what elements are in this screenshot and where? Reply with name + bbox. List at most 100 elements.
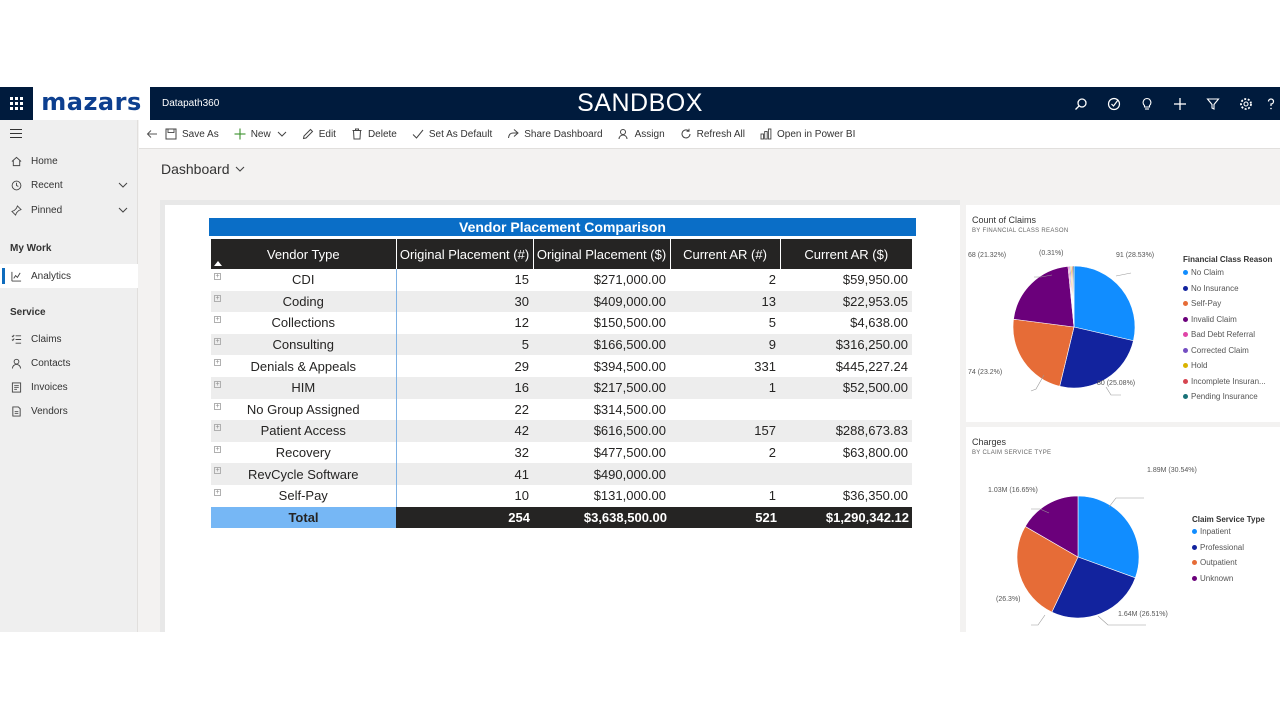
- legend-item[interactable]: Hold: [1183, 361, 1207, 370]
- sidebar-item-analytics[interactable]: Analytics: [0, 264, 138, 288]
- table-cell: 5: [396, 333, 533, 356]
- waffle-icon: [10, 97, 23, 110]
- legend-item[interactable]: Self-Pay: [1183, 299, 1221, 308]
- new-button[interactable]: [1163, 87, 1196, 120]
- table-row[interactable]: + Recovery 32 $477,500.00 2 $63,800.00: [211, 441, 912, 464]
- chevron-down-icon[interactable]: [277, 129, 287, 139]
- checkmark-icon: [412, 129, 424, 139]
- table-cell: 2: [768, 272, 776, 288]
- expand-row-icon[interactable]: +: [214, 380, 221, 388]
- table-cell: $288,673.83: [780, 420, 912, 442]
- legend-item[interactable]: Corrected Claim: [1183, 346, 1249, 355]
- open-in-powerbi-button[interactable]: Open in Power BI: [760, 128, 855, 140]
- expand-row-icon[interactable]: +: [214, 488, 221, 496]
- sidebar-item-label: Contacts: [31, 357, 71, 369]
- table-row[interactable]: + Consulting 5 $166,500.00 9 $316,250.00: [211, 333, 912, 356]
- table-cell: 521: [670, 506, 780, 528]
- expand-row-icon[interactable]: +: [214, 424, 221, 432]
- table-row[interactable]: + Collections 12 $150,500.00 5 $4,638.00: [211, 312, 912, 334]
- mazars-logo[interactable]: mazars: [33, 87, 150, 120]
- table-cell: $409,000.00: [533, 290, 670, 313]
- vendor-type-cell: + Coding: [211, 290, 397, 313]
- edit-button[interactable]: Edit: [302, 128, 336, 140]
- expand-row-icon[interactable]: +: [214, 294, 221, 302]
- sidebar-item-home[interactable]: Home: [0, 149, 138, 173]
- table-cell: $394,500.00: [593, 358, 666, 374]
- chevron-down-icon[interactable]: [118, 205, 128, 215]
- expand-row-icon[interactable]: +: [214, 337, 221, 345]
- table-row[interactable]: + Patient Access 42 $616,500.00 157 $288,673.…: [211, 420, 912, 442]
- plus-icon: [1173, 97, 1186, 110]
- legend-item[interactable]: Unknown: [1192, 574, 1233, 583]
- sidebar-item-pinned[interactable]: Pinned: [0, 198, 138, 222]
- expand-row-icon[interactable]: +: [214, 467, 221, 475]
- table-row[interactable]: + Self-Pay 10 $131,000.00 1 $36,350.00: [211, 484, 912, 507]
- expand-row-icon[interactable]: +: [214, 316, 221, 324]
- app-window: mazars Datapath360 SANDBOX Home Recent P…: [0, 87, 1280, 632]
- vendor-type-cell: + Collections: [211, 312, 397, 334]
- delete-button[interactable]: Delete: [351, 128, 397, 140]
- sort-ascending-icon[interactable]: [214, 261, 222, 266]
- app-launcher-button[interactable]: [0, 87, 33, 120]
- share-dashboard-button[interactable]: Share Dashboard: [507, 128, 603, 140]
- table-cell: 331: [754, 358, 776, 374]
- table-row[interactable]: + Denials & Appeals 29 $394,500.00 331 $445,2…: [211, 355, 912, 377]
- filter-button[interactable]: [1196, 87, 1229, 120]
- sidebar-item-claims[interactable]: Claims: [0, 327, 138, 351]
- plus-icon: [234, 128, 246, 140]
- delete-label: Delete: [367, 128, 397, 140]
- expand-row-icon[interactable]: +: [214, 359, 221, 367]
- column-header[interactable]: Current AR (#): [670, 239, 781, 269]
- back-button[interactable]: [139, 128, 165, 140]
- dashboard-selector[interactable]: Dashboard: [161, 161, 245, 177]
- save-as-button[interactable]: Save As: [165, 128, 219, 140]
- help-button[interactable]: [1262, 87, 1280, 120]
- legend-item[interactable]: Professional: [1192, 543, 1244, 552]
- task-button[interactable]: [1097, 87, 1130, 120]
- table-cell: 254: [396, 506, 533, 528]
- column-header[interactable]: Vendor Type: [211, 239, 397, 269]
- legend-item[interactable]: Outpatient: [1192, 558, 1237, 567]
- settings-button[interactable]: [1229, 87, 1262, 120]
- column-header[interactable]: Original Placement (#): [396, 239, 534, 269]
- sidebar-item-vendors[interactable]: Vendors: [0, 399, 138, 423]
- pie-data-label: 91 (28.53%): [1116, 252, 1155, 259]
- ideas-button[interactable]: [1130, 87, 1163, 120]
- column-header[interactable]: Current AR ($): [780, 239, 912, 269]
- sidebar-item-contacts[interactable]: Contacts: [0, 351, 138, 375]
- table-cell: $490,000.00: [533, 463, 670, 485]
- assign-button[interactable]: Assign: [618, 128, 665, 140]
- legend-item[interactable]: Bad Debt Referral: [1183, 330, 1255, 339]
- legend-item[interactable]: No Insurance: [1183, 284, 1239, 293]
- sidebar-item-invoices[interactable]: Invoices: [0, 375, 138, 399]
- column-header[interactable]: Original Placement ($): [533, 239, 671, 269]
- legend-item[interactable]: Incomplete Insuran...: [1183, 377, 1266, 386]
- table-row[interactable]: + Coding 30 $409,000.00 13 $22,953.05: [211, 290, 912, 313]
- table-row[interactable]: + CDI 15 $271,000.00 2 $59,950.00: [211, 269, 912, 291]
- sidebar-item-recent[interactable]: Recent: [0, 173, 138, 197]
- legend-item[interactable]: Inpatient: [1192, 527, 1231, 536]
- new-menu-button[interactable]: New: [234, 128, 287, 140]
- set-default-label: Set As Default: [428, 128, 493, 140]
- table-row[interactable]: + RevCycle Software 41 $490,000.00: [211, 463, 912, 485]
- table-cell: $445,227.24: [835, 358, 908, 374]
- pie-slice[interactable]: [1013, 265, 1075, 328]
- table-cell: $59,950.00: [842, 272, 908, 288]
- refresh-all-button[interactable]: Refresh All: [680, 128, 745, 140]
- open-powerbi-label: Open in Power BI: [777, 128, 856, 140]
- legend-dot-icon: [1183, 332, 1188, 337]
- expand-row-icon[interactable]: +: [214, 273, 221, 280]
- table-cell: $131,000.00: [593, 488, 666, 504]
- expand-row-icon[interactable]: +: [214, 445, 221, 453]
- set-default-button[interactable]: Set As Default: [412, 128, 492, 140]
- app-name[interactable]: Datapath360: [162, 98, 219, 109]
- legend-item[interactable]: No Claim: [1183, 268, 1224, 277]
- legend-item[interactable]: Pending Insurance: [1183, 392, 1258, 401]
- table-row[interactable]: + No Group Assigned 22 $314,500.00: [211, 398, 912, 421]
- expand-row-icon[interactable]: +: [214, 402, 221, 410]
- table-row[interactable]: + HIM 16 $217,500.00 1 $52,500.00: [211, 376, 912, 399]
- search-button[interactable]: [1064, 87, 1097, 120]
- legend-item[interactable]: Invalid Claim: [1183, 315, 1237, 324]
- hamburger-menu-icon[interactable]: [10, 129, 22, 139]
- chevron-down-icon[interactable]: [118, 180, 128, 190]
